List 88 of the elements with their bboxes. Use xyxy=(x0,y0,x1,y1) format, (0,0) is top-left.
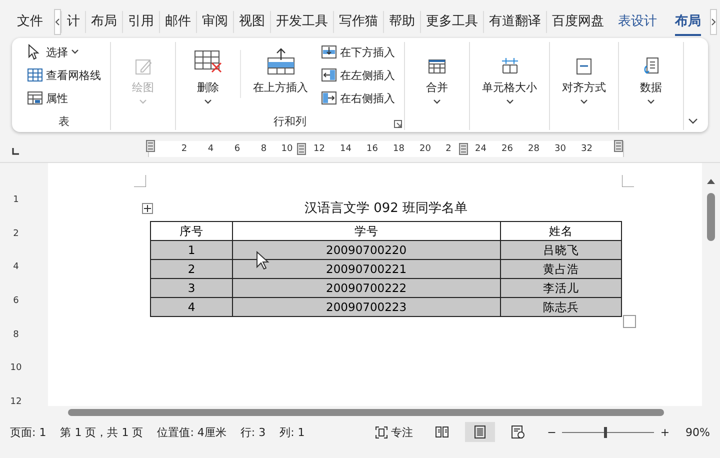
zoom-slider-thumb[interactable] xyxy=(604,426,607,438)
status-text: 页面: 1 xyxy=(10,424,46,440)
ribbon-tab[interactable]: 计 xyxy=(61,11,85,33)
ribbon-tab[interactable]: 写作猫 xyxy=(333,11,383,33)
margin-marker-icon[interactable] xyxy=(614,140,623,152)
ribbon-button[interactable]: 属性 xyxy=(24,88,104,108)
view-button[interactable] xyxy=(465,422,496,442)
scroll-right-button[interactable] xyxy=(710,9,717,35)
ribbon-tab[interactable]: 引用 xyxy=(122,11,159,33)
horizontal-ruler: 2 4 6 8 10 12 14 16 18 20 2 24 26 28 30 32 xyxy=(148,141,624,157)
insert-above-icon xyxy=(264,48,296,76)
ribbon-button[interactable]: 查看网格线 xyxy=(24,65,104,85)
focus-icon xyxy=(375,426,388,438)
table-cell: 20090700220 xyxy=(232,240,500,260)
grid-icon xyxy=(27,67,43,83)
ribbon-tab[interactable]: 审阅 xyxy=(196,11,233,33)
status-text: 行: 3 xyxy=(240,424,266,440)
ribbon-tab[interactable]: 百度网盘 xyxy=(546,11,609,33)
ribbon-button[interactable]: 对齐方式 xyxy=(556,42,612,107)
ribbon-button[interactable]: 选择 xyxy=(24,42,104,62)
table-cell: 3 xyxy=(150,278,233,298)
ribbon-button[interactable]: 单元格大小 xyxy=(476,42,543,107)
ribbon-tab[interactable]: 表设计 xyxy=(609,11,666,33)
ribbon-button[interactable]: 删除 xyxy=(182,42,234,107)
ribbon-tab[interactable]: 开发工具 xyxy=(270,11,333,33)
ribbon-tab[interactable]: 邮件 xyxy=(159,11,196,33)
chevron-right-icon xyxy=(711,18,716,26)
zoom-level: 90% xyxy=(686,426,710,438)
ribbon-tab[interactable]: 布局 xyxy=(666,11,710,33)
ribbon-tab[interactable]: 文件 xyxy=(12,11,48,33)
ribbon-tab[interactable]: 更多工具 xyxy=(420,11,483,33)
table-cell: 李活儿 xyxy=(500,278,622,298)
ribbon-button[interactable]: 数据 xyxy=(625,42,677,107)
mouse-pointer-icon xyxy=(256,251,270,270)
ribbon-tab[interactable]: 视图 xyxy=(233,11,270,33)
table-cell: 陈志兵 xyxy=(500,298,622,316)
column-header: 序号 xyxy=(150,222,233,240)
zoom-out-button[interactable]: − xyxy=(547,426,556,438)
table-properties-icon xyxy=(27,90,43,106)
chevron-left-icon xyxy=(55,18,60,26)
ribbon-button[interactable]: 在右侧插入 xyxy=(318,88,398,108)
table-cell: 20090700221 xyxy=(232,260,500,278)
vertical-scrollbar-thumb[interactable] xyxy=(707,193,715,241)
margin-corner-icon xyxy=(622,175,634,187)
horizontal-scrollbar-thumb[interactable] xyxy=(68,409,664,416)
table-cell: 黄占浩 xyxy=(500,260,622,278)
status-text: 第 1 页，共 1 页 xyxy=(60,424,144,440)
table-resize-handle-icon[interactable] xyxy=(623,315,636,328)
book-icon xyxy=(435,425,450,439)
collapse-ribbon-icon[interactable] xyxy=(688,118,698,124)
column-header: 学号 xyxy=(232,222,500,240)
table-cell: 2 xyxy=(150,260,233,278)
status-text: 列: 1 xyxy=(280,424,305,440)
scroll-up-icon[interactable] xyxy=(706,177,716,185)
table-cell: 4 xyxy=(150,298,233,316)
margin-corner-icon xyxy=(134,175,146,187)
focus-button[interactable]: 专注 xyxy=(375,424,414,440)
alignment-icon xyxy=(574,56,594,76)
group-label: 行和列 xyxy=(274,115,306,128)
status-text: 位置值: 4厘米 xyxy=(157,424,226,440)
page-icon xyxy=(473,425,488,439)
dialog-launcher-icon[interactable] xyxy=(394,120,402,128)
ribbon-tab[interactable]: 帮助 xyxy=(383,11,420,33)
scroll-left-button[interactable] xyxy=(54,9,61,35)
cell-size-icon xyxy=(500,56,520,76)
insert-below-icon xyxy=(321,44,337,60)
column-marker-icon[interactable] xyxy=(297,143,306,155)
web-page-icon xyxy=(511,425,526,439)
insert-left-icon xyxy=(321,67,337,83)
ribbon-button[interactable]: 在左侧插入 xyxy=(318,65,398,85)
column-marker-icon[interactable] xyxy=(458,143,468,155)
table-cell: 20090700222 xyxy=(232,278,500,298)
table-cell: 吕晓飞 xyxy=(500,240,622,260)
insert-right-icon xyxy=(321,90,337,106)
table-cell: 1 xyxy=(150,240,233,260)
column-header: 姓名 xyxy=(500,222,622,240)
group-label: 表 xyxy=(58,115,70,128)
ribbon-button[interactable]: 在下方插入 xyxy=(318,42,398,62)
table-move-handle-icon[interactable] xyxy=(142,203,153,214)
ribbon-button[interactable]: 合并 xyxy=(411,42,463,107)
tab-stop-icon xyxy=(12,146,20,154)
indent-marker-icon[interactable] xyxy=(146,140,155,152)
ribbon-tab[interactable]: 有道翻译 xyxy=(483,11,546,33)
table-cell: 20090700223 xyxy=(232,298,500,316)
ribbon-button[interactable]: 在上方插入 xyxy=(247,42,314,107)
document-title: 汉语言文学 092 班同学名单 xyxy=(304,200,468,217)
ribbon-tab[interactable]: 布局 xyxy=(85,11,122,33)
zoom-in-button[interactable]: + xyxy=(660,426,670,438)
